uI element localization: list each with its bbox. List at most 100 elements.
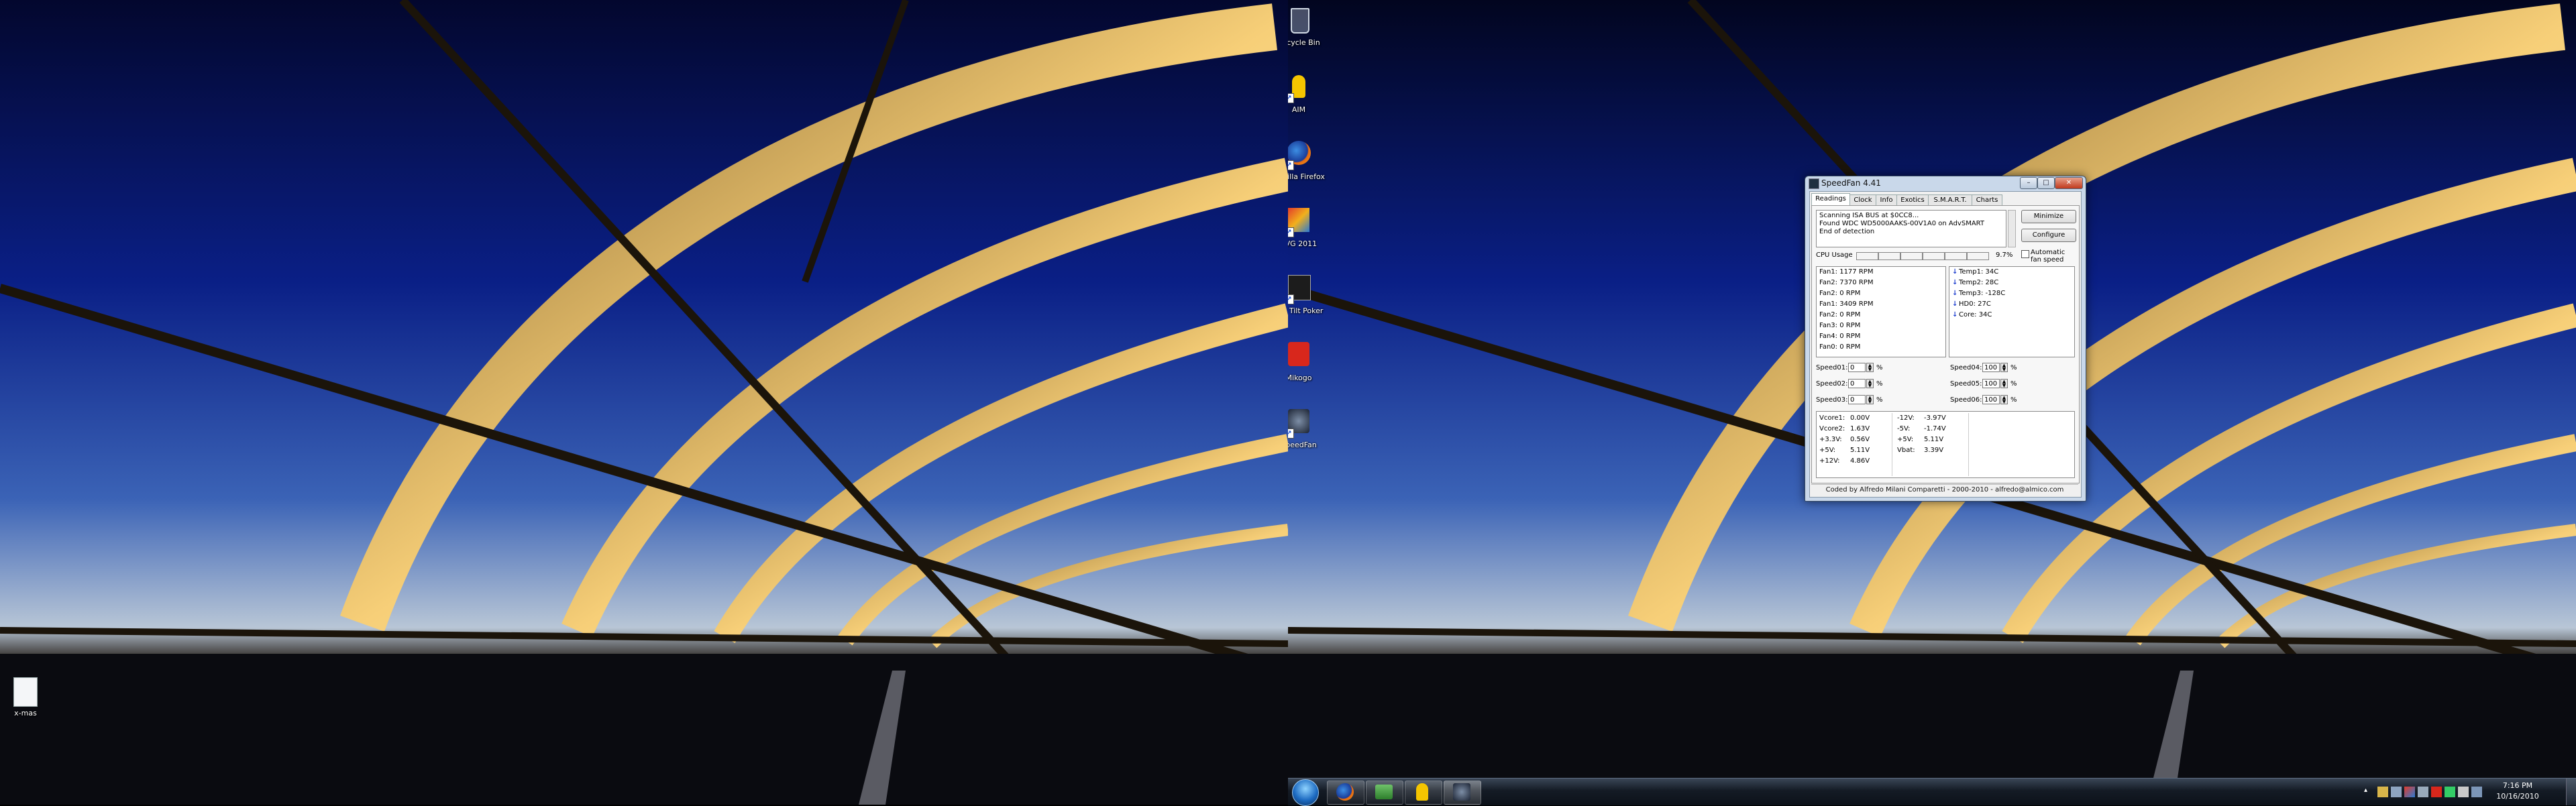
tab-clock[interactable]: Clock [1849, 194, 1876, 205]
speed-label: Speed06: [1950, 396, 1982, 404]
arrow-down-icon: ↓ [1952, 311, 1958, 319]
taskbar-network-button[interactable] [1366, 781, 1403, 805]
desktop-icon-full-tilt-poker[interactable]: ↗ Full Tilt Poker [1288, 272, 1326, 315]
speed-spinner[interactable]: ▲ ▼ [2000, 395, 2008, 404]
desktop-icon-mikogo[interactable]: Mikogo [1288, 339, 1326, 382]
minimize-button[interactable]: Minimize [2021, 210, 2076, 223]
automatic-fan-speed-checkbox[interactable] [2021, 250, 2029, 258]
voltage-label: Vcore2: [1819, 425, 1845, 433]
taskbar-clock[interactable]: 7:16 PM 10/16/2010 [2494, 781, 2541, 802]
cpu-usage-label: CPU Usage [1816, 251, 1853, 259]
desktop-icon-speedfan[interactable]: ↗ SpeedFan [1288, 406, 1326, 449]
tab-smart[interactable]: S.M.A.R.T. [1928, 194, 1972, 205]
shortcut-arrow-icon: ↗ [1288, 428, 1294, 439]
log-line: End of detection [1819, 228, 1875, 235]
speed-spinner[interactable]: ▲ ▼ [1866, 379, 1874, 388]
window-minimize-button[interactable]: – [2020, 177, 2037, 189]
temperature-reading: ↓ Temp2: 28C [1952, 278, 2072, 288]
aim-running-man-icon [1416, 783, 1428, 801]
speed-spinner[interactable]: ▲ ▼ [1866, 395, 1874, 404]
speed-control-row: Speed06: 100 ▲ ▼ % [1950, 395, 2037, 406]
speed-control-row: Speed01: 0 ▲ ▼ % [1816, 363, 1896, 373]
configure-button[interactable]: Configure [2021, 229, 2076, 242]
speed-input[interactable]: 0 [1848, 363, 1866, 372]
detection-log[interactable]: Scanning ISA BUS at $0CC8... Found WDC W… [1816, 210, 2006, 247]
fan-reading: Fan1: 1177 RPM [1819, 268, 1874, 276]
speed-spinner[interactable]: ▲ ▼ [2000, 379, 2008, 388]
tray-avg-icon[interactable] [2404, 787, 2415, 797]
desktop-icon-firefox[interactable]: ↗ Mozilla Firefox [1288, 138, 1326, 181]
desktop-icon-avg[interactable]: ↗ AVG 2011 [1288, 205, 1326, 248]
voltage-value: -1.74V [1924, 425, 1946, 433]
window-title: SpeedFan 4.41 [1821, 178, 1881, 188]
speed-input[interactable]: 100 [1982, 395, 2000, 404]
automatic-fan-speed-option[interactable]: Automatic fan speed [2021, 249, 2078, 264]
voltage-label: +3.3V: [1819, 436, 1842, 443]
tray-mikogo-icon[interactable] [2431, 787, 2442, 797]
voltage-label: -5V: [1897, 425, 1911, 433]
voltage-label: +5V: [1819, 447, 1836, 454]
voltage-value: 0.56V [1850, 436, 1870, 443]
cpu-usage-row: CPU Usage 9.7% [1816, 251, 2017, 261]
clock-time: 7:16 PM [2502, 781, 2533, 790]
arrow-down-icon: ↓ [1952, 300, 1958, 308]
taskbar-aim-button[interactable] [1405, 781, 1442, 805]
voltage-value: 5.11V [1924, 436, 1944, 443]
speed-control-row: Speed02: 0 ▲ ▼ % [1816, 379, 1896, 390]
voltage-label: -12V: [1897, 414, 1915, 422]
tray-speedfan-icon[interactable] [2445, 787, 2455, 797]
desktop-icon-label: AVG 2011 [1288, 239, 1318, 248]
tab-charts[interactable]: Charts [1972, 194, 2002, 205]
speed-unit: % [2010, 364, 2017, 371]
desktop-icon-x-mas[interactable]: x-mas [0, 677, 52, 717]
window-close-button[interactable]: ✕ [2055, 177, 2083, 189]
voltage-value: 3.39V [1924, 447, 1944, 454]
tab-exotics[interactable]: Exotics [1896, 194, 1929, 205]
log-scrollbar[interactable] [2008, 210, 2016, 247]
desktop-icon-aim[interactable]: ↗ AIM [1288, 71, 1326, 114]
speed-unit: % [2010, 396, 2017, 404]
cpu-usage-segment [1900, 252, 1923, 260]
taskbar-firefox-button[interactable] [1327, 781, 1364, 805]
clock-date: 10/16/2010 [2496, 792, 2539, 801]
voltage-label: +5V: [1897, 436, 1914, 443]
start-button[interactable] [1292, 779, 1319, 806]
readings-panel: Scanning ISA BUS at $0CC8... Found WDC W… [1811, 205, 2080, 483]
speedfan-titlebar[interactable]: SpeedFan 4.41 – □ ✕ [1805, 176, 2086, 190]
shortcut-arrow-icon: ↗ [1288, 93, 1294, 103]
tray-app-icon[interactable] [2377, 787, 2388, 797]
tray-expand-icon[interactable]: ▴ [2364, 787, 2375, 797]
network-icon [1375, 785, 1393, 799]
window-maximize-button[interactable]: □ [2037, 177, 2055, 189]
tray-volume-icon[interactable] [2391, 787, 2402, 797]
taskbar-speedfan-button[interactable] [1444, 781, 1481, 805]
tab-readings[interactable]: Readings [1811, 193, 1850, 206]
speed-spinner[interactable]: ▲ ▼ [2000, 363, 2008, 372]
tray-network-icon[interactable] [2418, 787, 2428, 797]
voltage-value: 5.11V [1850, 447, 1870, 454]
speed-input[interactable]: 0 [1848, 395, 1866, 404]
cpu-usage-segment [1878, 252, 1900, 260]
speed-spinner[interactable]: ▲ ▼ [1866, 363, 1874, 372]
tab-info[interactable]: Info [1876, 194, 1897, 205]
voltage-divider [1968, 413, 1969, 476]
desktop-icon-recycle-bin[interactable]: Recycle Bin [1288, 4, 1326, 47]
shortcut-arrow-icon: ↗ [1288, 160, 1294, 170]
temperature-reading: ↓ Core: 34C [1952, 310, 2072, 321]
tray-monitor-icon[interactable] [2471, 787, 2482, 797]
voltage-readings-box: Vcore1: 0.00V Vcore2: 1.63V +3.3V: 0.56V… [1816, 411, 2075, 478]
speed-unit: % [1876, 380, 1883, 388]
mikogo-icon [1288, 339, 1315, 371]
temperature-readings-list: ↓ Temp1: 34C ↓ Temp2: 28C ↓ Temp3: -128C ↓ H… [1949, 266, 2075, 357]
cpu-usage-segment [1945, 252, 1967, 260]
speed-input[interactable]: 0 [1848, 379, 1866, 388]
speed-input[interactable]: 100 [1982, 363, 2000, 372]
speed-input[interactable]: 100 [1982, 379, 2000, 388]
aim-running-man-icon: ↗ [1288, 71, 1315, 103]
show-desktop-button[interactable] [2566, 779, 2576, 805]
cpu-usage-meter [1856, 251, 1990, 261]
speedfan-icon: ↗ [1288, 406, 1315, 439]
speed-label: Speed02: [1816, 380, 1848, 388]
tray-flag-icon[interactable] [2458, 787, 2469, 797]
voltage-value: 4.86V [1850, 457, 1870, 465]
